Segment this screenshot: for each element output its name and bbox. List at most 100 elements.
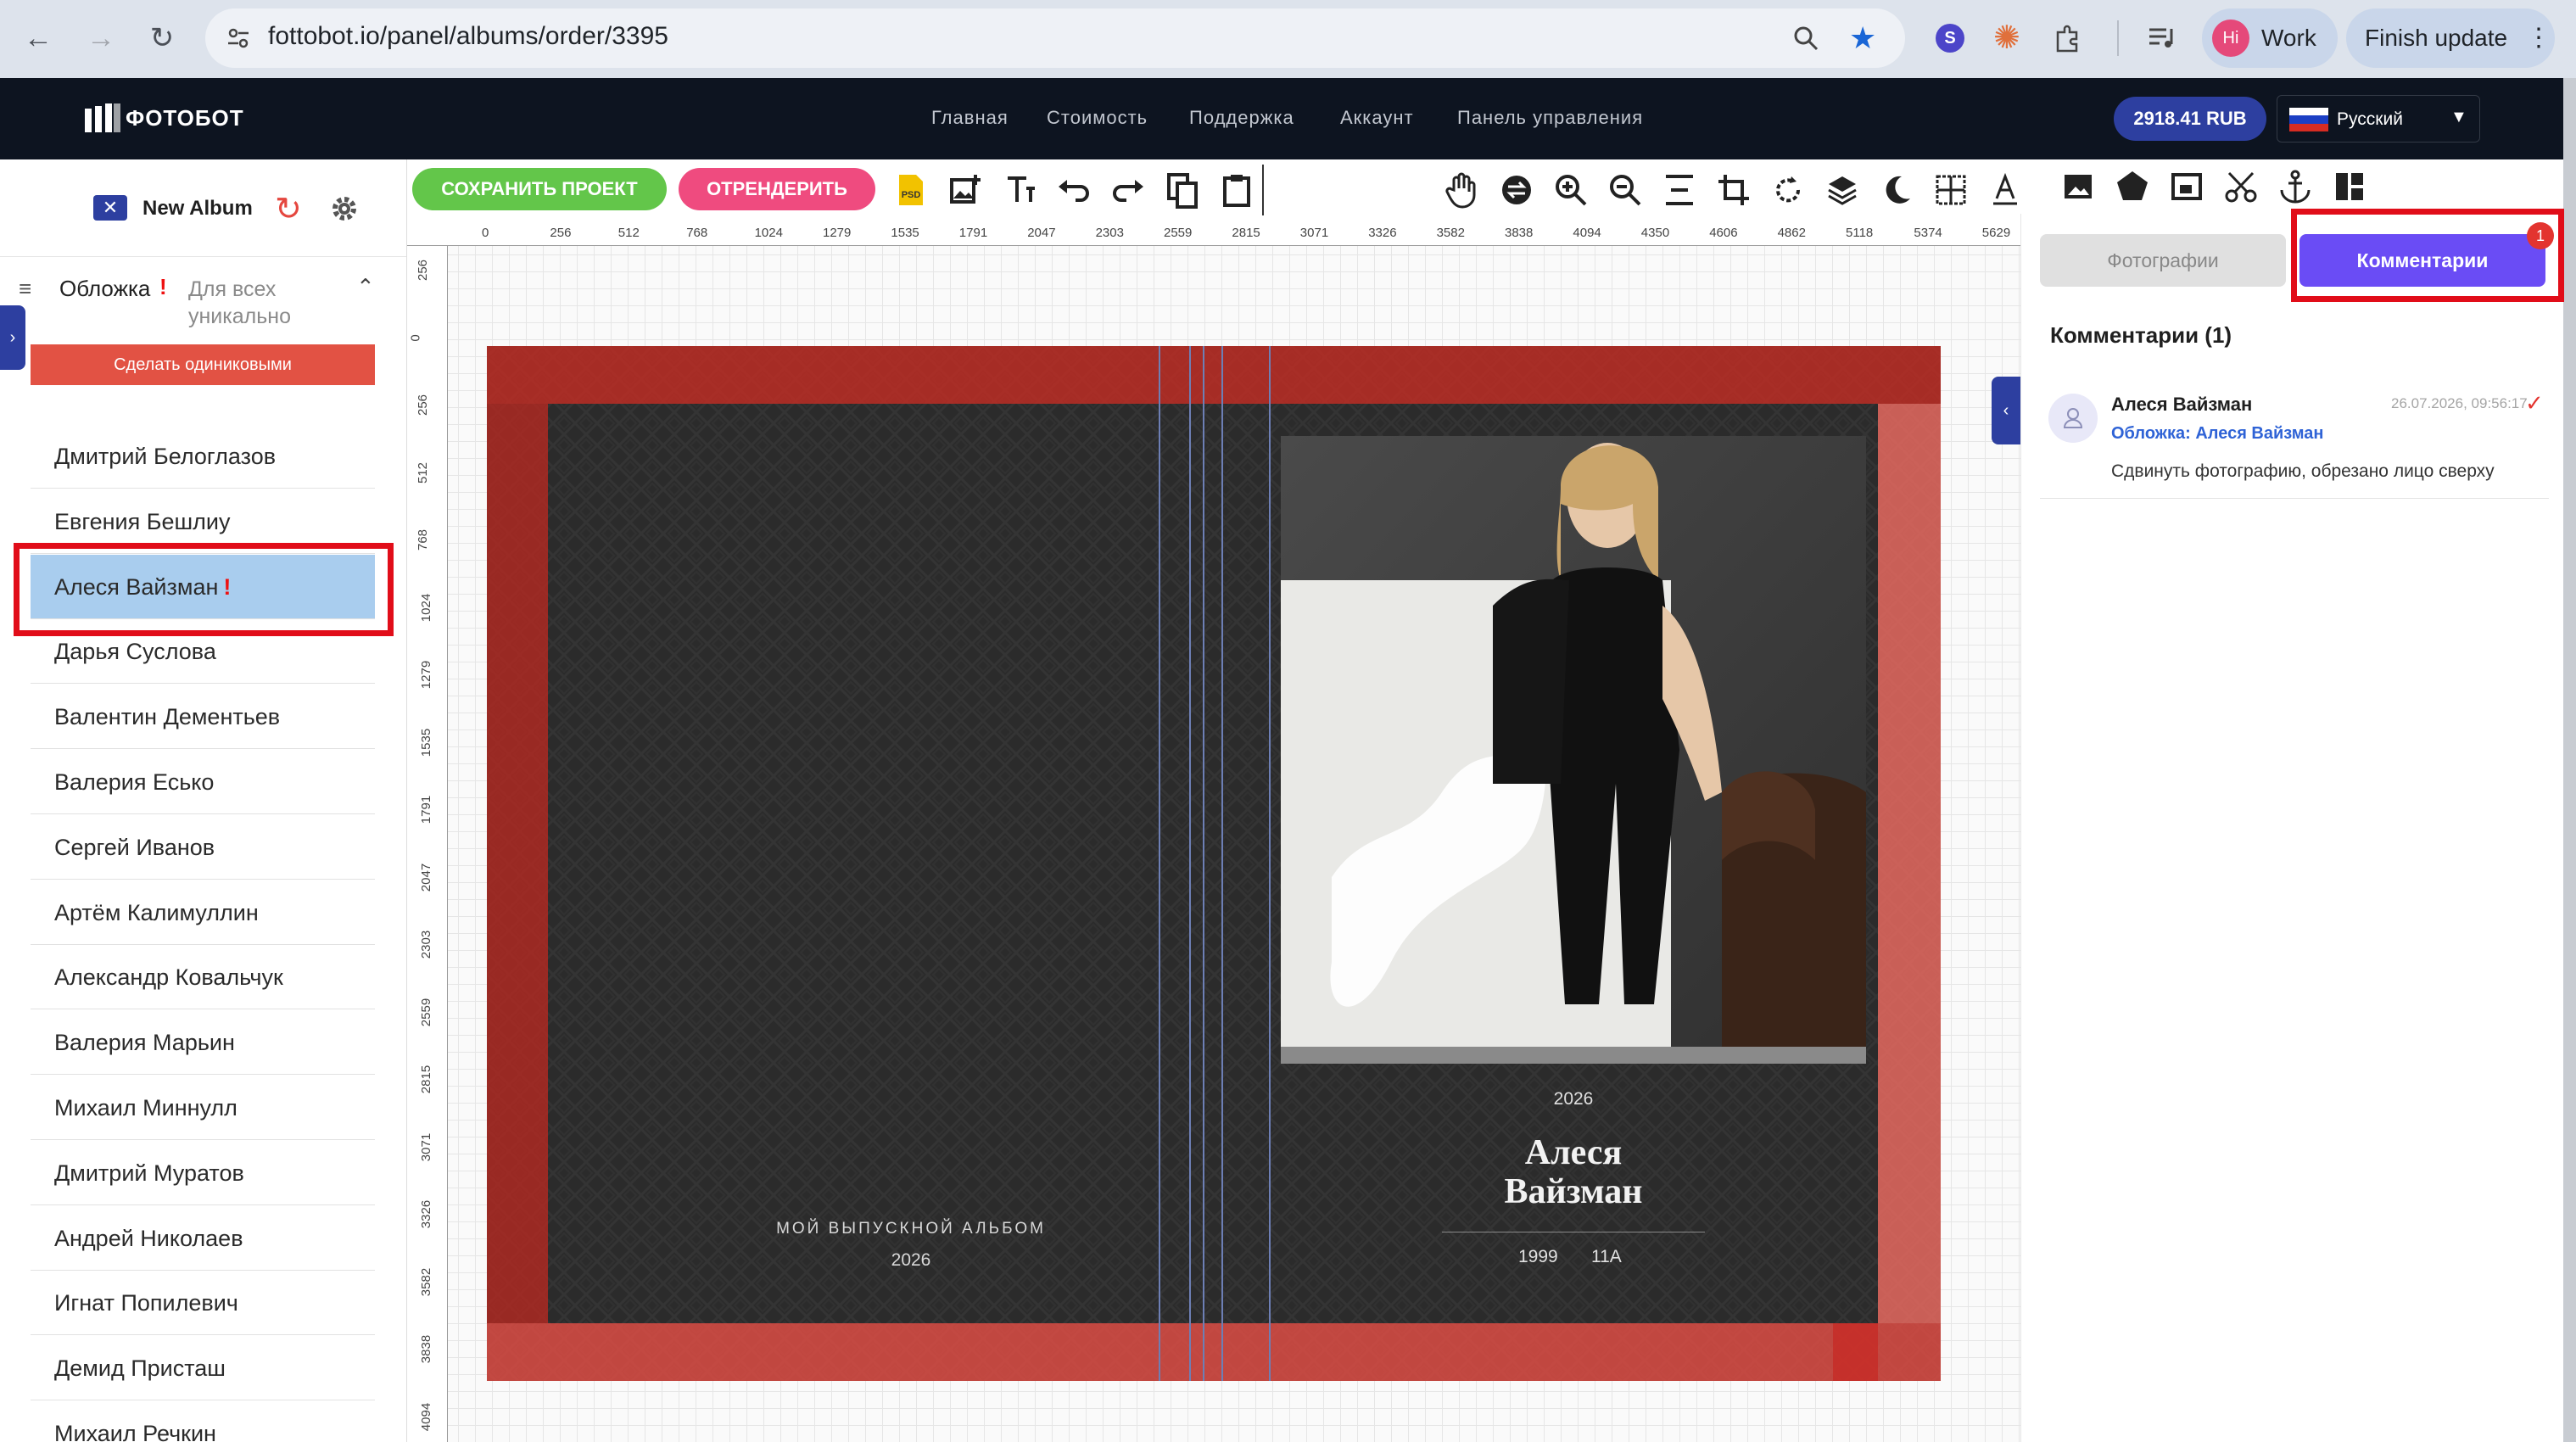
list-item[interactable]: Михаил Речкин — [31, 1401, 375, 1442]
list-item[interactable]: Михаил Миннулл — [31, 1076, 375, 1140]
zoom-in-icon[interactable] — [1552, 171, 1590, 209]
list-item[interactable]: Александр Ковальчук — [31, 945, 375, 1010]
refresh-icon[interactable]: ↻ — [275, 190, 302, 228]
anchor-icon[interactable] — [2277, 168, 2314, 205]
chevron-up-icon[interactable]: ⌃ — [356, 274, 375, 300]
student-photo[interactable] — [1281, 436, 1866, 1064]
window-scrollbar[interactable] — [2563, 78, 2576, 1442]
rotate-icon[interactable] — [1769, 171, 1807, 209]
album-cover-spread[interactable]: МОЙ ВЫПУСКНОЙ АЛЬБОМ 2026 2026 Алеся Вай… — [487, 346, 1941, 1381]
resolve-check-icon[interactable]: ✓ — [2525, 390, 2544, 416]
settings-gear-icon[interactable] — [329, 193, 360, 224]
address-bar[interactable]: fottobot.io/panel/albums/order/3395 ★ — [205, 8, 1905, 68]
spine-guide-3 — [1203, 346, 1204, 1381]
nav-control-panel[interactable]: Панель управления — [1457, 107, 1643, 129]
list-item[interactable]: Демид Присташ — [31, 1336, 375, 1401]
make-same-button[interactable]: Сделать одиниковыми — [31, 344, 375, 385]
ruler-tick-label: 0 — [408, 333, 423, 342]
album-name[interactable]: New Album — [142, 197, 253, 221]
copy-icon[interactable] — [1164, 171, 1201, 209]
extension-s-icon[interactable]: S — [1936, 24, 1964, 53]
layout-icon[interactable] — [2331, 168, 2368, 205]
logo-text[interactable]: ФОТОБОТ — [126, 105, 244, 131]
list-item[interactable]: Валентин Дементьев — [31, 685, 375, 750]
profile-chip[interactable]: Hi Work — [2202, 8, 2338, 68]
cover-left-year: 2026 — [891, 1250, 931, 1270]
psd-export-icon[interactable]: PSD — [892, 171, 930, 209]
media-control-icon[interactable] — [2146, 22, 2176, 53]
cover-section[interactable]: ≡ Обложка ! Для всех уникально ⌃ — [0, 256, 406, 356]
dark-mode-icon[interactable] — [1878, 171, 1915, 209]
frame-icon[interactable] — [2168, 168, 2205, 205]
shape-icon[interactable] — [2114, 168, 2151, 205]
class-label: 11А — [1591, 1247, 1622, 1266]
cover-left-caption: МОЙ ВЫПУСКНОЙ АЛЬБОМ — [776, 1220, 1046, 1238]
extensions-puzzle-icon[interactable] — [2053, 22, 2083, 53]
redo-icon[interactable] — [1109, 171, 1147, 209]
list-item[interactable]: Андрей Николаев — [31, 1206, 375, 1271]
list-item[interactable]: Дмитрий Муратов — [31, 1141, 375, 1205]
spine-guide-4 — [1221, 346, 1223, 1381]
psd-icon-text: PSD — [902, 190, 921, 200]
swap-icon[interactable] — [1498, 171, 1535, 209]
tab-photos[interactable]: Фотографии — [2040, 234, 2286, 287]
align-center-icon[interactable] — [1661, 171, 1698, 209]
save-project-button[interactable]: СОХРАНИТЬ ПРОЕКТ — [412, 168, 667, 210]
album-close-icon[interactable]: ✕ — [93, 195, 127, 221]
list-item[interactable]: Игнат Попилевич — [31, 1271, 375, 1336]
spine-guide-5 — [1269, 346, 1271, 1381]
finish-update-button[interactable]: Finish update ⋮ — [2346, 8, 2555, 68]
zoom-out-icon[interactable] — [1607, 171, 1644, 209]
ruler-tick-label: 2303 — [419, 930, 434, 959]
collapse-right-icon[interactable]: ‹ — [1992, 377, 2020, 444]
url-text: fottobot.io/panel/albums/order/3395 — [268, 22, 668, 50]
list-item[interactable]: Валерия Марьин — [31, 1010, 375, 1076]
zoom-icon[interactable] — [1791, 24, 1820, 53]
person-name: Игнат Попилевич — [54, 1290, 238, 1316]
hand-tool-icon[interactable] — [1444, 171, 1481, 209]
student-name-last: Вайзман — [1504, 1172, 1643, 1211]
comments-title: Комментарии (1) — [2050, 322, 2232, 348]
nav-support[interactable]: Поддержка — [1189, 107, 1294, 129]
horizontal-ruler: 0 256 512 768 1024 1279 1535 1791 2047 2303 2559 28… — [407, 221, 2020, 246]
layers-icon[interactable] — [1824, 171, 1861, 209]
bookmark-star-icon[interactable]: ★ — [1849, 20, 1876, 56]
editor-canvas[interactable]: 0 256 512 768 1024 1279 1535 1791 2047 2303 2559 28… — [407, 221, 2020, 1442]
list-item[interactable]: Артём Калимуллин — [31, 880, 375, 945]
cover-subtitle: Для всех уникально — [188, 277, 291, 328]
paste-icon[interactable] — [1218, 171, 1255, 209]
back-icon[interactable]: ← — [19, 19, 58, 58]
reload-icon[interactable]: ↻ — [142, 19, 182, 58]
comment-item[interactable]: Алеся Вайзман 26.07.2026, 09:56:17 ✓ Обл… — [2040, 380, 2549, 499]
forward-icon[interactable]: → — [81, 19, 120, 58]
extension-sun-icon[interactable]: ✺ — [1993, 19, 2020, 57]
ruler-tick-label: 2047 — [419, 863, 434, 891]
add-image-icon[interactable] — [947, 171, 984, 209]
font-color-icon[interactable] — [1986, 171, 2024, 209]
top-navigation: ФОТОБОТ Главная Стоимость Поддержка Акка… — [0, 78, 2563, 159]
crop-icon[interactable] — [1715, 171, 1752, 209]
list-item[interactable]: Дмитрий Белоглазов — [31, 424, 375, 489]
undo-icon[interactable] — [1055, 171, 1092, 209]
language-select[interactable]: Русский ▼ — [2277, 95, 2480, 143]
nav-account[interactable]: Аккаунт — [1340, 107, 1414, 129]
logo-icon[interactable] — [85, 103, 120, 132]
ruler-tick-label: 1279 — [419, 660, 434, 690]
balance-badge[interactable]: 2918.41 RUB — [2114, 97, 2266, 141]
list-item[interactable]: Сергей Иванов — [31, 815, 375, 880]
image-icon[interactable] — [2059, 168, 2097, 205]
scissors-icon[interactable] — [2222, 168, 2260, 205]
comment-target-link[interactable]: Обложка: Алеся Вайзман — [2111, 424, 2323, 444]
more-menu-icon[interactable]: ⋮ — [2526, 8, 2551, 68]
ruler-tick-label: 5118 — [1846, 226, 1874, 240]
nav-pricing[interactable]: Стоимость — [1047, 107, 1148, 129]
collapse-left-icon[interactable]: › — [0, 305, 25, 370]
bleed-corner — [1833, 1323, 1878, 1381]
list-item[interactable]: Валерия Есько — [31, 750, 375, 814]
person-name: Дмитрий Белоглазов — [54, 444, 277, 469]
text-tool-icon[interactable] — [1001, 171, 1038, 209]
nav-home[interactable]: Главная — [931, 107, 1009, 129]
render-button[interactable]: ОТРЕНДЕРИТЬ — [679, 168, 875, 210]
grid-icon[interactable] — [1932, 171, 1970, 209]
site-settings-icon[interactable] — [226, 25, 251, 51]
